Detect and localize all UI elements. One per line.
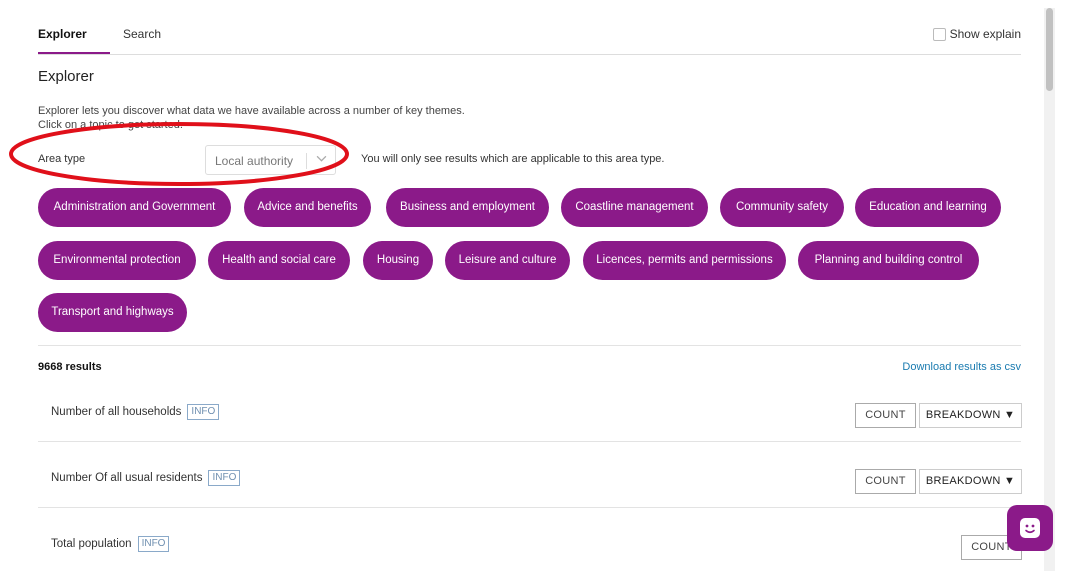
result-row: Total population INFO COUNT [38, 524, 1022, 571]
tab-bar: Explorer Search Show explain [38, 18, 1021, 55]
result-name: Number of all households [51, 406, 182, 419]
row-divider [38, 441, 1021, 442]
chat-face-icon [1020, 518, 1040, 538]
select-separator [306, 153, 307, 169]
result-name: Total population [51, 538, 132, 551]
intro-line-2: Click on a topic to get started. [38, 119, 183, 131]
topic-pill[interactable]: Leisure and culture [445, 241, 570, 280]
show-explain-label: Show explain [949, 27, 1021, 41]
show-explain-checkbox[interactable] [932, 27, 946, 41]
result-label: Number of all households INFO [51, 404, 220, 420]
result-row: Number of all households INFO COUNT BREAK… [38, 392, 1022, 442]
breakdown-button[interactable]: BREAKDOWN ▼ [919, 403, 1022, 428]
results-count: 9668 results [38, 361, 102, 373]
info-button[interactable]: INFO [137, 536, 170, 552]
intro-text: Explorer lets you discover what data we … [38, 104, 465, 132]
result-name: Number Of all usual residents [51, 472, 203, 485]
count-button[interactable]: COUNT [855, 469, 916, 494]
topic-pill[interactable]: Education and learning [855, 188, 1001, 227]
topic-pill[interactable]: Administration and Government [38, 188, 231, 227]
show-explain-toggle[interactable]: Show explain [932, 27, 1021, 41]
chat-widget-button[interactable] [1007, 505, 1053, 551]
topic-pill[interactable]: Licences, permits and permissions [583, 241, 786, 280]
topic-pill[interactable]: Housing [363, 241, 433, 280]
result-label: Number Of all usual residents INFO [51, 470, 241, 486]
count-button[interactable]: COUNT [855, 403, 916, 428]
area-type-note: You will only see results which are appl… [361, 153, 665, 165]
chevron-down-icon [316, 153, 327, 167]
topic-pill[interactable]: Environmental protection [38, 241, 196, 280]
topic-pill[interactable]: Transport and highways [38, 293, 187, 332]
topic-pill[interactable]: Health and social care [208, 241, 350, 280]
download-csv-link[interactable]: Download results as csv [902, 361, 1021, 373]
breakdown-button[interactable]: BREAKDOWN ▼ [919, 469, 1022, 494]
scrollbar-track[interactable] [1044, 8, 1055, 571]
info-button[interactable]: INFO [208, 470, 241, 486]
topic-pill[interactable]: Coastline management [561, 188, 708, 227]
area-type-select[interactable]: Local authority [205, 145, 336, 175]
result-label: Total population INFO [51, 536, 170, 552]
result-row: Number Of all usual residents INFO COUNT … [38, 458, 1022, 508]
page-title: Explorer [38, 68, 94, 85]
intro-line-1: Explorer lets you discover what data we … [38, 105, 465, 117]
tab-search[interactable]: Search [123, 18, 161, 54]
topic-pill[interactable]: Planning and building control [798, 241, 979, 280]
area-type-value: Local authority [215, 154, 294, 168]
info-button[interactable]: INFO [187, 404, 220, 420]
tab-explorer[interactable]: Explorer [38, 18, 110, 54]
topic-pill[interactable]: Business and employment [386, 188, 549, 227]
results-divider [38, 345, 1021, 346]
topic-pill[interactable]: Advice and benefits [244, 188, 371, 227]
topic-pill[interactable]: Community safety [720, 188, 844, 227]
row-divider [38, 507, 1021, 508]
scrollbar-thumb[interactable] [1046, 8, 1053, 91]
area-type-label: Area type [38, 153, 86, 165]
